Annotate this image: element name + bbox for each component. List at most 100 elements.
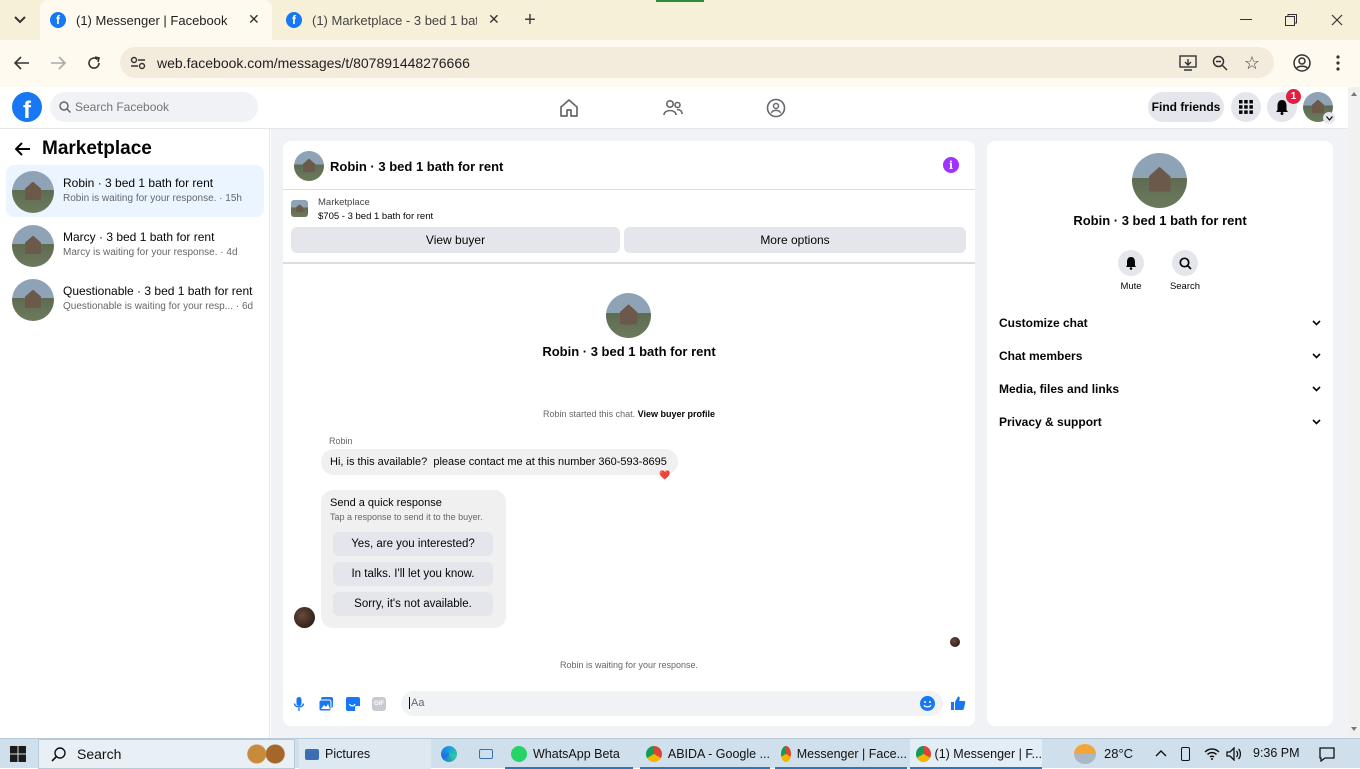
address-bar[interactable]: web.facebook.com/messages/t/807891448276… [120, 47, 1274, 78]
close-window-icon[interactable] [1327, 10, 1347, 30]
taskbar-app-label: Pictures [325, 747, 371, 761]
chat-members-section[interactable]: Chat members [999, 346, 1321, 366]
home-icon[interactable] [559, 98, 579, 118]
menu-grid-button[interactable] [1231, 92, 1261, 122]
notification-center-icon[interactable] [1319, 747, 1335, 762]
info-name: Robin · 3 bed 1 bath for rent [1073, 213, 1247, 228]
search-label: Search [1169, 281, 1201, 292]
close-tab-icon[interactable]: ✕ [248, 11, 260, 28]
conversation-item[interactable]: Marcy · 3 bed 1 bath for rent Marcy is w… [6, 219, 264, 271]
forward-icon[interactable] [48, 53, 68, 73]
chat-title[interactable]: Robin · 3 bed 1 bath for rent [330, 159, 503, 174]
heart-reaction[interactable]: ❤️ [659, 469, 670, 481]
taskbar-search-label: Search [77, 746, 122, 762]
message-input[interactable]: Aa [401, 691, 943, 716]
edge-icon[interactable] [441, 746, 457, 762]
windows-start-icon[interactable] [10, 746, 26, 762]
listing-label: Marketplace [318, 197, 370, 208]
groups-icon[interactable] [766, 98, 786, 118]
restore-icon[interactable] [1281, 10, 1301, 30]
page-scrollbar[interactable] [1348, 87, 1360, 738]
search-facebook-box[interactable] [50, 92, 258, 122]
view-buyer-profile-link[interactable]: View buyer profile [638, 409, 715, 419]
emoji-icon[interactable] [920, 696, 935, 711]
new-tab-icon[interactable]: + [520, 9, 540, 31]
taskbar-chrome-messenger-active[interactable]: (1) Messenger | F... [910, 739, 1042, 769]
install-app-icon[interactable] [1178, 53, 1198, 73]
sticker-icon[interactable] [345, 696, 361, 712]
keyboard-icon[interactable] [479, 749, 493, 759]
taskbar-app-label: (1) Messenger | F... [934, 747, 1042, 761]
section-label: Privacy & support [999, 415, 1102, 429]
green-bar [656, 0, 704, 2]
friends-icon[interactable] [663, 98, 683, 118]
weather-icon[interactable] [1074, 744, 1096, 764]
tab-search-chevron-icon[interactable] [10, 10, 30, 30]
back-arrow-icon[interactable] [15, 142, 31, 156]
taskbar-search-box[interactable]: Search [38, 739, 295, 769]
zoom-icon[interactable] [1210, 53, 1230, 73]
profile-icon[interactable] [1292, 53, 1312, 73]
taskbar-whatsapp[interactable]: WhatsApp Beta [505, 739, 633, 769]
site-info-icon[interactable] [128, 53, 148, 73]
taskbar-chrome-abida[interactable]: ABIDA - Google ... [640, 739, 770, 769]
quick-response-card: Send a quick response Tap a response to … [321, 490, 506, 628]
info-avatar[interactable] [1132, 153, 1187, 208]
find-friends-button[interactable]: Find friends [1148, 92, 1224, 122]
tab-messenger[interactable]: f (1) Messenger | Facebook ✕ [40, 0, 272, 40]
facebook-logo-icon[interactable]: f [12, 92, 42, 122]
gif-icon[interactable]: GIF [372, 697, 386, 711]
intro-avatar[interactable] [606, 293, 651, 338]
more-options-button[interactable]: More options [624, 227, 966, 253]
battery-icon[interactable] [1181, 747, 1190, 761]
wifi-icon[interactable] [1204, 747, 1220, 760]
account-chevron-icon [1323, 112, 1335, 124]
whatsapp-icon [511, 746, 527, 762]
chevron-down-icon [1312, 419, 1321, 425]
microphone-icon[interactable] [293, 696, 305, 712]
privacy-support-section[interactable]: Privacy & support [999, 412, 1321, 432]
listing-title[interactable]: $705 - 3 bed 1 bath for rent [318, 211, 433, 222]
bookmark-star-icon[interactable]: ☆ [1242, 53, 1262, 73]
media-files-links-section[interactable]: Media, files and links [999, 379, 1321, 399]
show-hidden-icons-chevron[interactable] [1155, 749, 1167, 757]
conversation-item[interactable]: Robin · 3 bed 1 bath for rent Robin is w… [6, 165, 264, 217]
temperature-text[interactable]: 28°C [1104, 746, 1133, 761]
quick-reply-button[interactable]: Sorry, it's not available. [333, 592, 493, 616]
taskbar-pictures[interactable]: Pictures [299, 739, 431, 769]
conversation-item[interactable]: Questionable · 3 bed 1 bath for rent Que… [6, 273, 264, 325]
like-thumb-icon[interactable] [950, 695, 966, 711]
photo-icon[interactable] [318, 696, 334, 712]
windows-taskbar: Search Pictures WhatsApp Beta ABIDA - Go… [0, 738, 1360, 769]
browser-menu-icon[interactable] [1328, 53, 1348, 73]
browser-toolbar: web.facebook.com/messages/t/807891448276… [0, 40, 1360, 87]
search-input[interactable] [75, 98, 245, 116]
conversation-info-icon[interactable]: i [943, 157, 959, 173]
scroll-up-icon[interactable] [1351, 92, 1357, 96]
chevron-down-icon [1312, 353, 1321, 359]
listing-thumbnail[interactable] [291, 200, 308, 217]
reload-icon[interactable] [84, 53, 104, 73]
search-chat-button[interactable] [1172, 250, 1198, 276]
close-tab-icon[interactable]: ✕ [488, 11, 500, 28]
customize-chat-section[interactable]: Customize chat [999, 313, 1321, 333]
quick-reply-button[interactable]: In talks. I'll let you know. [333, 562, 493, 586]
mute-button[interactable] [1118, 250, 1144, 276]
tab-marketplace[interactable]: f (1) Marketplace - 3 bed 1 bath f ✕ [276, 0, 512, 40]
view-buyer-button[interactable]: View buyer [291, 227, 620, 253]
divider [283, 262, 975, 264]
clock-time[interactable]: 9:36 PM [1253, 746, 1300, 760]
conversation-title: Marcy · 3 bed 1 bath for rent [63, 230, 215, 244]
volume-icon[interactable] [1226, 747, 1242, 761]
browser-chrome: f (1) Messenger | Facebook ✕ f (1) Marke… [0, 0, 1360, 87]
chat-header-avatar[interactable] [294, 151, 324, 181]
message-bubble[interactable]: Hi, is this available? please contact me… [321, 449, 678, 475]
scroll-down-icon[interactable] [1351, 727, 1357, 731]
back-icon[interactable] [12, 53, 32, 73]
started-chat-line: Robin started this chat. View buyer prof… [283, 409, 975, 419]
tab-title: (1) Marketplace - 3 bed 1 bath f [312, 12, 477, 28]
minimize-icon[interactable] [1236, 10, 1256, 30]
facebook-favicon-icon: f [50, 12, 66, 28]
quick-reply-button[interactable]: Yes, are you interested? [333, 532, 493, 556]
taskbar-chrome-messenger[interactable]: Messenger | Face... [775, 739, 907, 769]
